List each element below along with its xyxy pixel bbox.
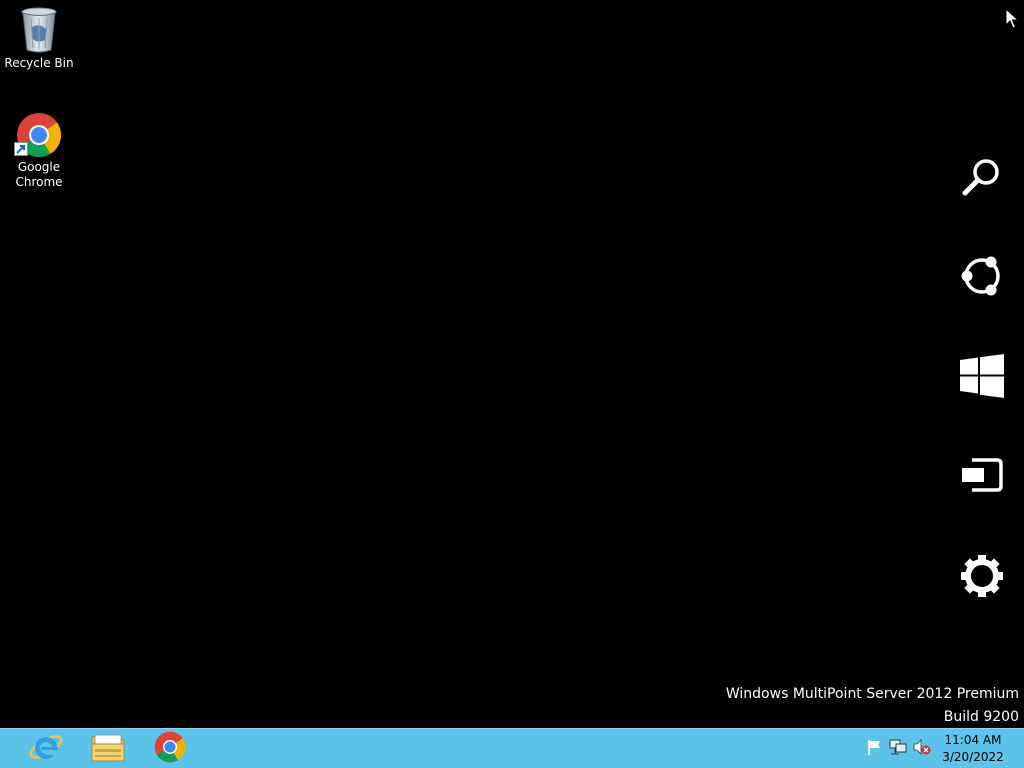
desktop-icon-label: Google Chrome	[15, 160, 63, 189]
desktop[interactable]: Recycle Bin Google Chrome Windows MultiP…	[0, 0, 1024, 728]
os-version-watermark: Windows MultiPoint Server 2012 Premium B…	[726, 683, 1019, 729]
recycle-bin-icon	[19, 6, 59, 54]
chrome-icon	[14, 112, 62, 158]
chrome-icon	[154, 731, 186, 767]
charm-start[interactable]	[940, 338, 1024, 418]
os-edition-text: Windows MultiPoint Server 2012 Premium	[725, 686, 1019, 702]
gear-icon	[960, 554, 1004, 602]
speaker-muted-icon	[913, 739, 931, 759]
search-icon	[959, 155, 1005, 205]
tray-volume[interactable]	[913, 739, 931, 759]
clock-date: 3/20/2022	[942, 750, 1004, 764]
share-icon	[958, 253, 1006, 303]
charm-share[interactable]	[940, 238, 1024, 318]
charm-search[interactable]	[940, 140, 1024, 220]
tray-network[interactable]	[889, 739, 907, 759]
taskbar-google-chrome[interactable]	[140, 729, 200, 768]
flag-icon	[866, 739, 882, 759]
clock-time: 11:04 AM	[944, 733, 1002, 747]
charm-settings[interactable]	[940, 538, 1024, 618]
windows-logo-icon	[959, 354, 1005, 402]
network-icon	[889, 739, 907, 759]
desktop-icon-google-chrome[interactable]: Google Chrome	[1, 112, 77, 190]
taskbar-clock[interactable]: 11:04 AM 3/20/2022	[936, 732, 1010, 766]
os-build-text: Build 9200	[943, 709, 1019, 725]
taskbar-internet-explorer[interactable]	[16, 729, 76, 768]
desktop-icon-label: Recycle Bin	[4, 56, 74, 70]
file-explorer-icon	[91, 732, 125, 766]
charm-devices[interactable]	[940, 437, 1024, 517]
taskbar-file-explorer[interactable]	[78, 729, 138, 768]
shortcut-arrow-icon	[14, 142, 28, 156]
desktop-icon-recycle-bin[interactable]: Recycle Bin	[1, 6, 77, 71]
mouse-cursor-icon	[1005, 7, 1020, 34]
internet-explorer-icon	[29, 730, 63, 768]
devices-icon	[960, 457, 1004, 497]
tray-action-center[interactable]	[865, 740, 883, 758]
charms-bar	[940, 140, 1024, 620]
taskbar: 11:04 AM 3/20/2022	[0, 728, 1024, 768]
